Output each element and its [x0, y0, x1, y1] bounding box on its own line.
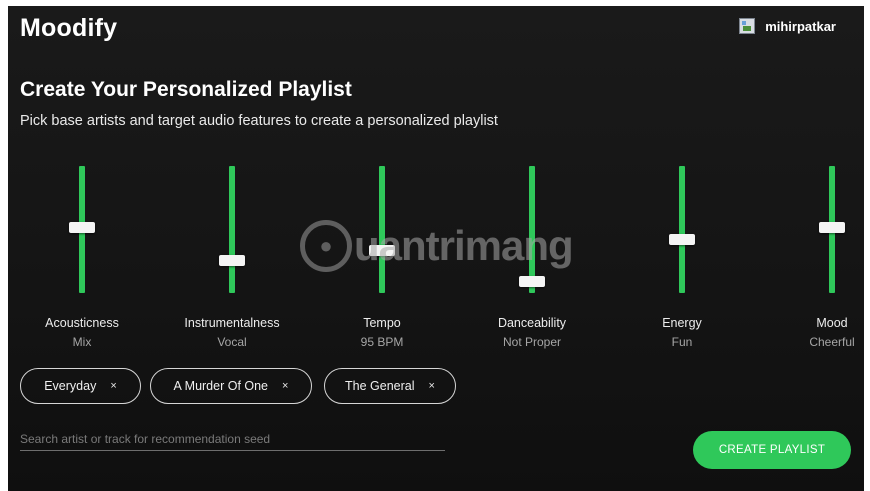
seed-chip-label: Everyday — [44, 379, 97, 393]
slider-thumb[interactable] — [819, 221, 845, 233]
slider-label: Acousticness — [45, 316, 119, 330]
slider-label: Energy — [662, 316, 702, 330]
slider-value: 95 BPM — [360, 335, 404, 349]
slider-mood[interactable]: Mood Cheerful — [772, 166, 864, 366]
slider-thumb[interactable] — [519, 276, 545, 288]
username: mihirpatkar — [765, 18, 836, 34]
slider-acousticness[interactable]: Acousticness Mix — [22, 166, 142, 366]
slider-label: Danceability — [497, 316, 567, 330]
seed-chip-label: A Murder Of One — [173, 379, 269, 393]
slider-value: Vocal — [217, 335, 247, 349]
search-input[interactable] — [20, 428, 445, 451]
slider-track[interactable] — [229, 166, 235, 293]
user-menu[interactable]: mihirpatkar — [739, 18, 836, 34]
slider-value: Mix — [72, 335, 92, 349]
slider-tempo[interactable]: Tempo 95 BPM — [322, 166, 442, 366]
slider-instrumentalness[interactable]: Instrumentalness Vocal — [172, 166, 292, 366]
remove-icon[interactable]: × — [429, 380, 435, 392]
page-subtitle: Pick base artists and target audio featu… — [20, 113, 498, 129]
slider-value: Fun — [671, 335, 693, 349]
slider-value: Not Proper — [502, 335, 562, 349]
seed-chip[interactable]: Everyday × — [20, 368, 141, 404]
seed-chip-label: The General — [345, 379, 415, 393]
slider-energy[interactable]: Energy Fun — [622, 166, 742, 366]
slider-danceability[interactable]: Danceability Not Proper — [472, 166, 592, 366]
app-logo[interactable]: Moodify — [20, 14, 117, 43]
page-title: Create Your Personalized Playlist — [20, 78, 352, 101]
slider-thumb[interactable] — [369, 244, 395, 256]
create-playlist-button[interactable]: CREATE PLAYLIST — [693, 431, 851, 469]
slider-thumb[interactable] — [69, 221, 95, 233]
remove-icon[interactable]: × — [110, 380, 116, 392]
seed-chip[interactable]: A Murder Of One × — [150, 368, 312, 404]
slider-track[interactable] — [529, 166, 535, 293]
app-window: Moodify mihirpatkar Create Your Personal… — [8, 6, 864, 491]
seed-chip[interactable]: The General × — [324, 368, 456, 404]
slider-value: Cheerful — [809, 335, 855, 349]
slider-track[interactable] — [679, 166, 685, 293]
slider-label: Tempo — [363, 316, 401, 330]
slider-track[interactable] — [379, 166, 385, 293]
remove-icon[interactable]: × — [282, 380, 288, 392]
slider-thumb[interactable] — [219, 255, 245, 267]
avatar-image-icon — [739, 18, 756, 34]
slider-label: Instrumentalness — [184, 316, 280, 330]
slider-label: Mood — [816, 316, 848, 330]
slider-thumb[interactable] — [669, 234, 695, 246]
